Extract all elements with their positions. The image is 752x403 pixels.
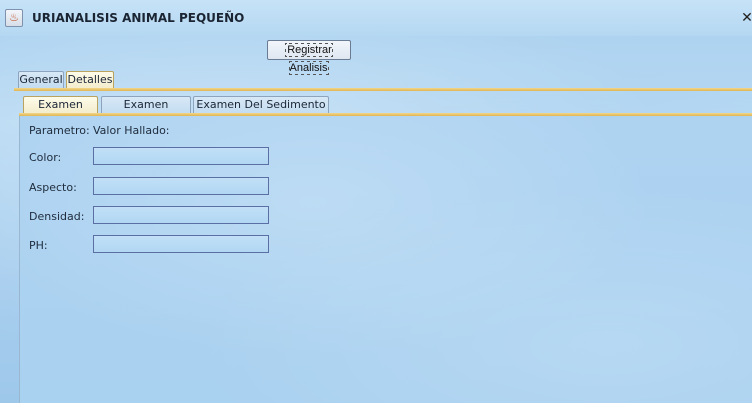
- title-bar: ♨ URIANALISIS ANIMAL PEQUEÑO ✕: [0, 0, 752, 36]
- ph-field[interactable]: [93, 235, 269, 253]
- tab-examen-quimico[interactable]: Examen Quimico: [101, 96, 191, 127]
- color-field[interactable]: [93, 147, 269, 165]
- densidad-label: Densidad:: [29, 210, 85, 223]
- aspecto-label: Aspecto:: [29, 181, 77, 194]
- register-analysis-label: Registrar Analisis: [285, 43, 333, 75]
- tab-examen-sedimento[interactable]: Examen Del Sedimento: [193, 96, 329, 114]
- densidad-field[interactable]: [93, 206, 269, 224]
- color-label: Color:: [29, 151, 62, 164]
- tab-examen-fisico[interactable]: Examen Fisico: [23, 96, 98, 127]
- java-app-icon: ♨: [5, 9, 23, 27]
- window-title: URIANALISIS ANIMAL PEQUEÑO: [32, 11, 245, 25]
- close-icon[interactable]: ✕: [740, 9, 752, 27]
- register-analysis-button[interactable]: Registrar Analisis: [267, 40, 351, 75]
- parametro-header: Parametro:: [29, 124, 90, 137]
- ph-label: PH:: [29, 239, 48, 252]
- tab-general[interactable]: General: [18, 71, 64, 89]
- aspecto-field[interactable]: [93, 177, 269, 195]
- valor-hallado-header: Valor Hallado:: [93, 124, 170, 137]
- app-window: ♨ URIANALISIS ANIMAL PEQUEÑO ✕ Registrar…: [0, 0, 752, 403]
- outer-tab-panel-border: [14, 88, 752, 91]
- tab-detalles[interactable]: Detalles: [66, 71, 114, 89]
